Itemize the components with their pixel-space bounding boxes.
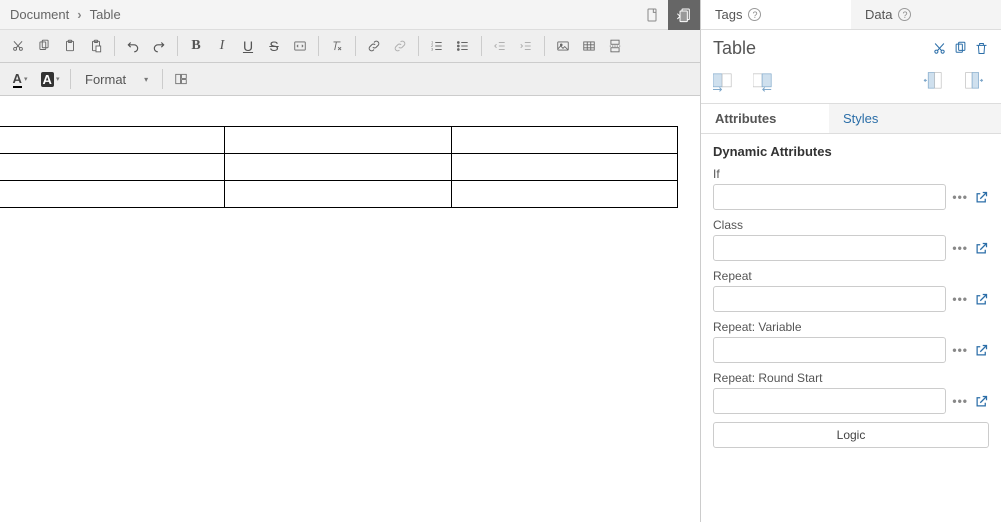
italic-button[interactable]: I (210, 34, 234, 58)
more-icon[interactable]: ••• (952, 394, 968, 408)
paste-special-icon[interactable] (84, 34, 108, 58)
repeat-variable-field[interactable] (713, 337, 946, 363)
editor-area[interactable] (0, 96, 700, 522)
table-row (0, 127, 678, 154)
svg-text:3: 3 (431, 48, 433, 52)
tab-data-label: Data (865, 7, 892, 22)
tab-attributes[interactable]: Attributes (701, 104, 829, 133)
inspector-top-tabs: Tags ? Data ? (701, 0, 1001, 30)
link-icon[interactable] (362, 34, 386, 58)
repeat-field-label: Repeat (713, 269, 989, 283)
external-link-icon[interactable] (974, 190, 989, 205)
code-snippet-icon[interactable] (288, 34, 312, 58)
undo-icon[interactable] (121, 34, 145, 58)
more-icon[interactable]: ••• (952, 241, 968, 255)
table-icon[interactable] (577, 34, 601, 58)
move-column-right-icon[interactable] (963, 69, 989, 93)
bold-button[interactable]: B (184, 34, 208, 58)
insert-column-right-icon[interactable] (753, 69, 779, 93)
underline-button[interactable]: U (236, 34, 260, 58)
redo-icon[interactable] (147, 34, 171, 58)
tab-tags[interactable]: Tags ? (701, 0, 851, 29)
class-field-label: Class (713, 218, 989, 232)
external-link-icon[interactable] (974, 343, 989, 358)
trash-icon[interactable] (974, 41, 989, 56)
image-icon[interactable] (551, 34, 575, 58)
chevron-down-icon: ▾ (144, 75, 148, 84)
clear-formatting-icon[interactable] (325, 34, 349, 58)
bullet-list-icon[interactable] (451, 34, 475, 58)
table-row (0, 181, 678, 208)
page-icon-button[interactable] (636, 0, 668, 30)
cut-icon[interactable] (932, 41, 947, 56)
if-field-label: If (713, 167, 989, 181)
inspector-sub-tabs: Attributes Styles (701, 104, 1001, 134)
external-link-icon[interactable] (974, 241, 989, 256)
numbered-list-icon[interactable]: 123 (425, 34, 449, 58)
paste-icon[interactable] (58, 34, 82, 58)
repeat-variable-field-label: Repeat: Variable (713, 320, 989, 334)
pages-collapse-button[interactable] (668, 0, 700, 30)
repeat-field[interactable] (713, 286, 946, 312)
format-dropdown-label: Format (85, 72, 126, 87)
dynamic-attributes-heading: Dynamic Attributes (713, 144, 989, 159)
strikethrough-button[interactable]: S (262, 34, 286, 58)
text-color-button[interactable]: A▾ (6, 67, 34, 91)
more-icon[interactable]: ••• (952, 343, 968, 357)
indent-icon[interactable] (514, 34, 538, 58)
page-break-icon[interactable] (603, 34, 627, 58)
tab-styles[interactable]: Styles (829, 104, 892, 133)
copy-icon[interactable] (32, 34, 56, 58)
repeat-round-start-field-label: Repeat: Round Start (713, 371, 989, 385)
more-icon[interactable]: ••• (952, 292, 968, 306)
move-column-left-icon[interactable] (923, 69, 949, 93)
editor-toolbar-row-2: A▾ A▾ Format ▾ (0, 63, 700, 96)
format-dropdown[interactable]: Format ▾ (77, 69, 156, 90)
help-icon[interactable]: ? (898, 8, 911, 21)
show-blocks-icon[interactable] (169, 67, 193, 91)
external-link-icon[interactable] (974, 292, 989, 307)
breadcrumb: Document › Table (0, 0, 700, 30)
external-link-icon[interactable] (974, 394, 989, 409)
copy-icon[interactable] (953, 41, 968, 56)
logic-button[interactable]: Logic (713, 422, 989, 448)
breadcrumb-item[interactable]: Table (90, 7, 121, 22)
help-icon[interactable]: ? (748, 8, 761, 21)
editor-toolbar-row-1: B I U S 123 (0, 30, 700, 63)
selection-title: Table (713, 38, 756, 59)
tab-tags-label: Tags (715, 7, 742, 22)
unlink-icon[interactable] (388, 34, 412, 58)
table-row (0, 154, 678, 181)
more-icon[interactable]: ••• (952, 190, 968, 204)
chevron-right-icon: › (77, 7, 81, 22)
repeat-round-start-field[interactable] (713, 388, 946, 414)
insert-column-left-icon[interactable] (713, 69, 739, 93)
cut-icon[interactable] (6, 34, 30, 58)
class-field[interactable] (713, 235, 946, 261)
highlight-color-button[interactable]: A▾ (36, 67, 64, 91)
outdent-icon[interactable] (488, 34, 512, 58)
if-field[interactable] (713, 184, 946, 210)
tab-data[interactable]: Data ? (851, 0, 1001, 29)
content-table[interactable] (0, 126, 678, 208)
breadcrumb-item[interactable]: Document (10, 7, 69, 22)
